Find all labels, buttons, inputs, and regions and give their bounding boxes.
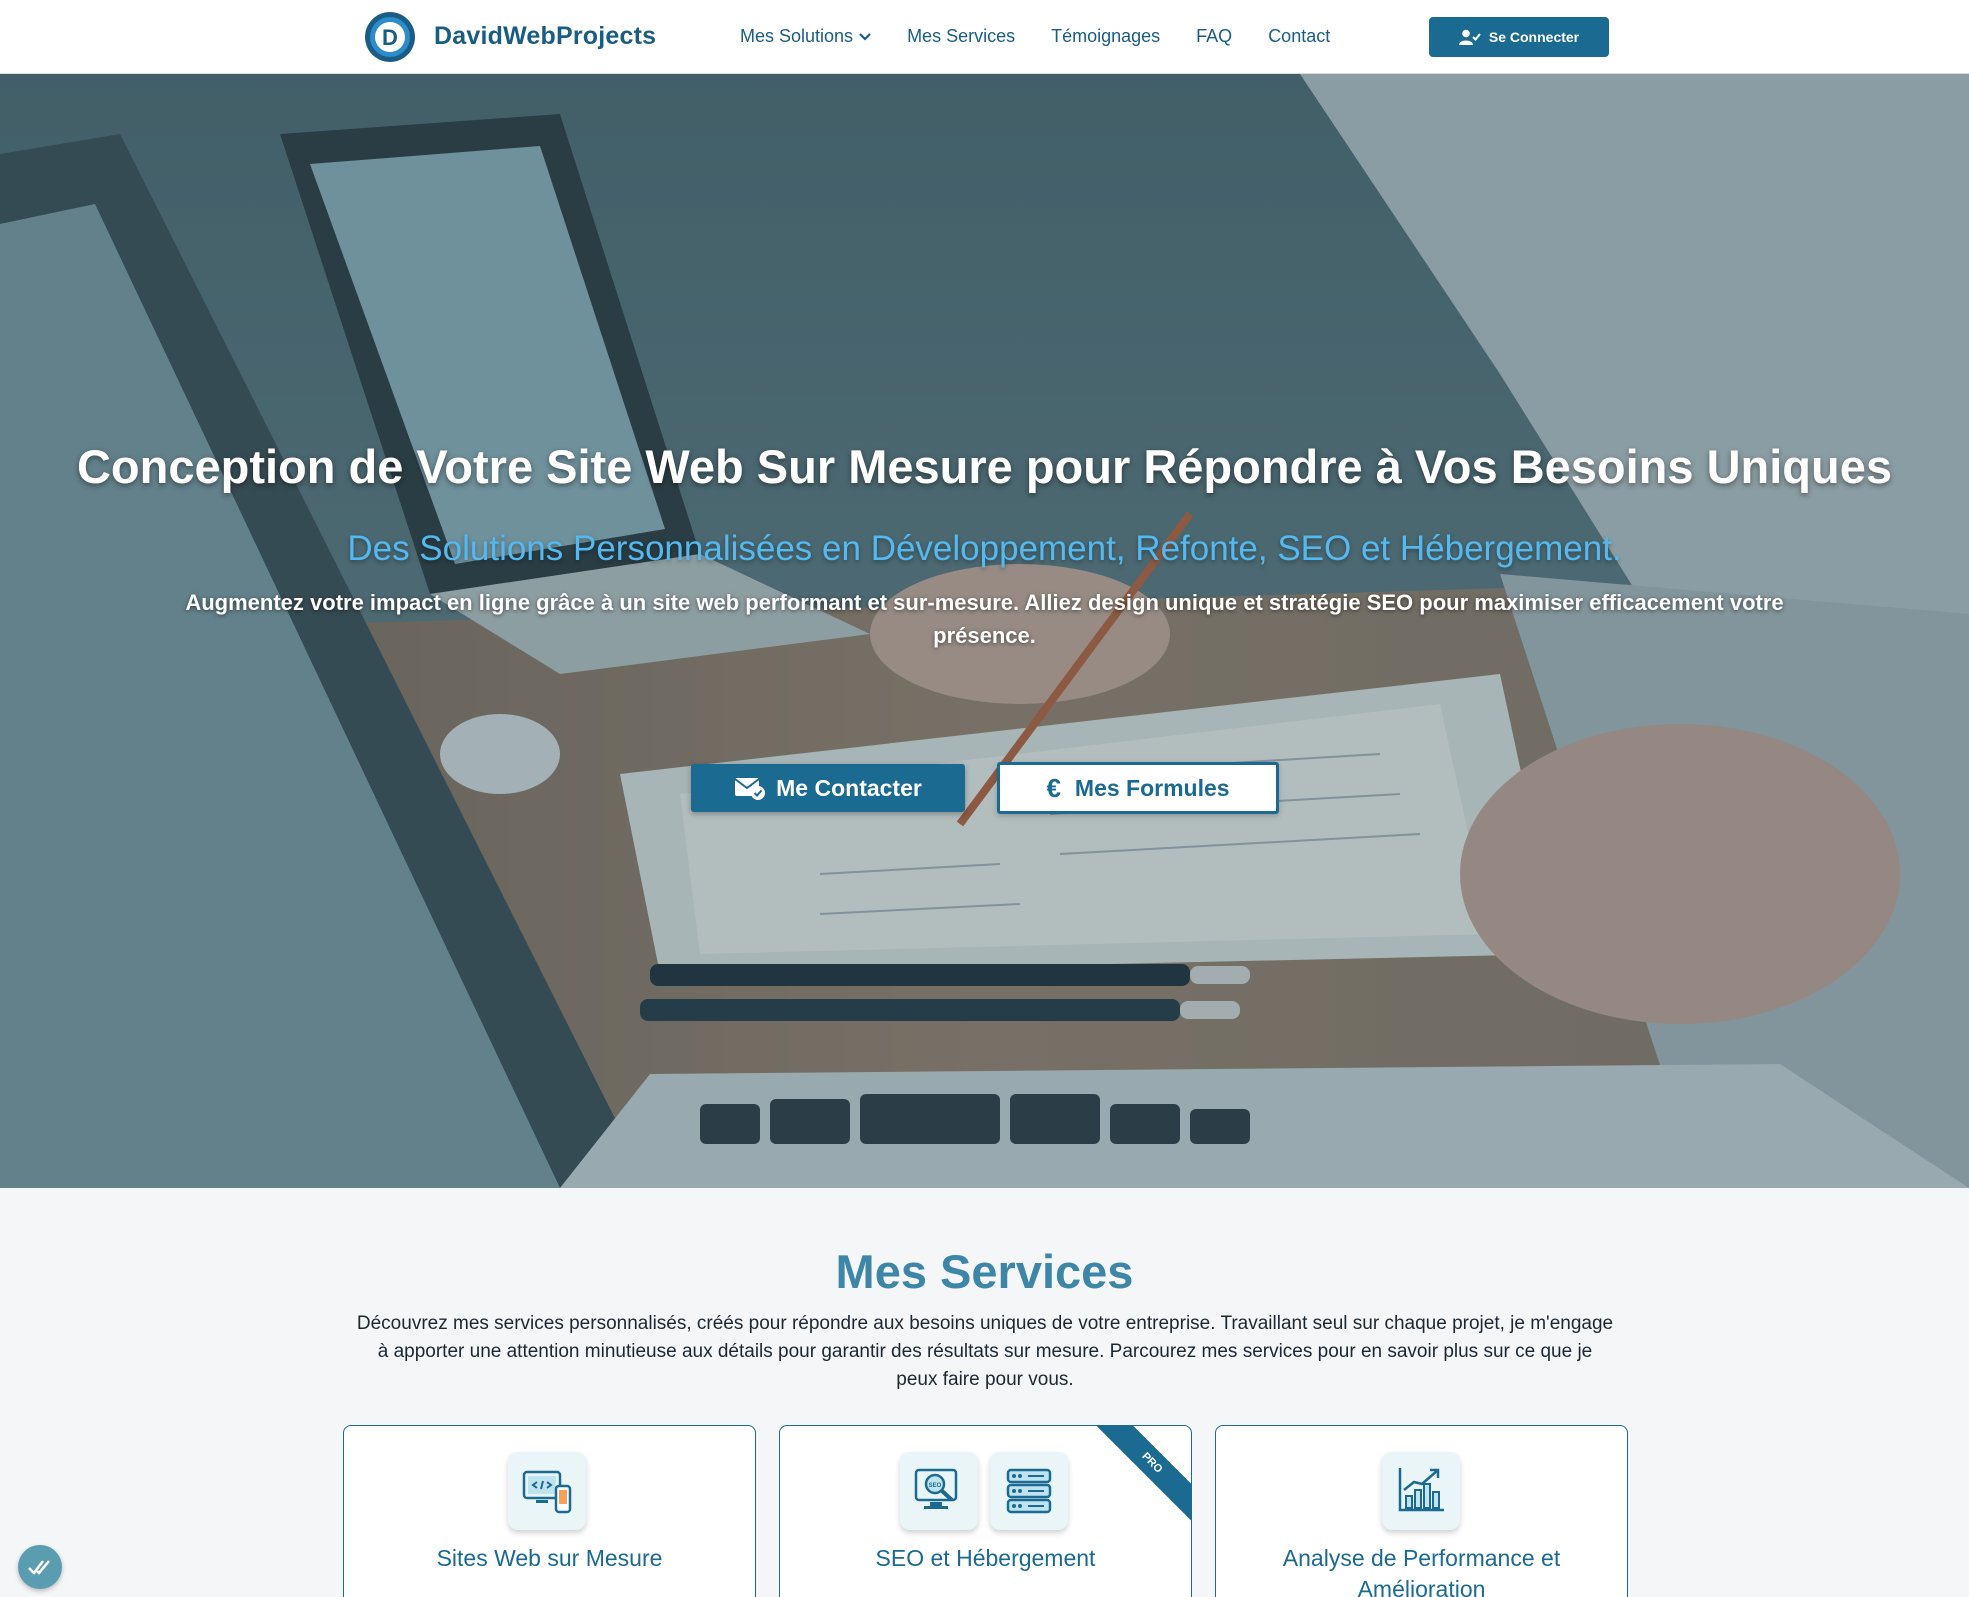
services-title: Mes Services: [835, 1245, 1134, 1298]
service-card-seo[interactable]: PRO SEO SEO et Hébergement: [779, 1425, 1192, 1597]
hero-title: Conception de Votre Site Web Sur Mesure …: [76, 440, 1892, 493]
service-card-title: Analyse de Performance et Amélioration: [1282, 1545, 1561, 1597]
service-card-analysis[interactable]: Analyse de Performance et Amélioration: [1215, 1425, 1628, 1597]
envelope-check-icon: [734, 778, 766, 800]
nav-item-contact[interactable]: Contact: [1268, 26, 1330, 47]
user-check-icon: [1458, 29, 1481, 45]
web-dev-icon: [508, 1452, 586, 1530]
euro-icon: €: [1046, 772, 1061, 803]
double-check-icon: [28, 1560, 50, 1575]
site-header: D DavidWebProjects Mes Solutions Mes Ser…: [0, 0, 1969, 74]
contact-button[interactable]: Me Contacter: [691, 764, 965, 812]
nav-item-faq[interactable]: FAQ: [1196, 26, 1232, 47]
contact-button-label: Me Contacter: [776, 774, 922, 801]
nav-item-testimonials[interactable]: Témoignages: [1051, 26, 1160, 47]
nav-item-label: Contact: [1268, 26, 1331, 46]
formulas-button[interactable]: € Mes Formules: [997, 762, 1279, 814]
login-button-label: Se Connecter: [1488, 29, 1580, 45]
hero-description: Augmentez votre impact en ligne grâce à …: [185, 590, 1784, 648]
nav-item-solutions[interactable]: Mes Solutions: [740, 26, 871, 47]
svg-text:SEO: SEO: [929, 1483, 942, 1489]
brand-logo-icon[interactable]: D: [363, 10, 417, 64]
nav-item-label: Mes Solutions: [740, 26, 854, 46]
accessibility-widget-button[interactable]: [18, 1545, 62, 1589]
nav-item-label: FAQ: [1196, 26, 1233, 46]
main-nav: Mes Solutions Mes Services Témoignages F…: [740, 26, 1366, 47]
seo-icon: SEO: [900, 1452, 978, 1530]
service-card-title: Sites Web sur Mesure: [436, 1545, 663, 1571]
pro-ribbon: PRO: [1089, 1426, 1191, 1526]
hero-section: Conception de Votre Site Web Sur Mesure …: [0, 74, 1969, 1188]
formulas-button-label: Mes Formules: [1074, 774, 1230, 801]
brand-name[interactable]: DavidWebProjects: [434, 22, 656, 51]
chevron-down-icon: [859, 32, 871, 41]
hero-subtitle: Des Solutions Personnalisées en Développ…: [347, 529, 1622, 568]
services-description: Découvrez mes services personnalisés, cr…: [356, 1313, 1614, 1390]
nav-item-services[interactable]: Mes Services: [907, 26, 1015, 47]
server-icon: [990, 1452, 1068, 1530]
login-button[interactable]: Se Connecter: [1429, 17, 1609, 57]
growth-chart-icon: [1382, 1452, 1460, 1530]
nav-item-label: Témoignages: [1051, 26, 1161, 46]
nav-item-label: Mes Services: [907, 26, 1016, 46]
svg-text:D: D: [382, 25, 398, 50]
service-card-title: SEO et Hébergement: [875, 1545, 1096, 1571]
service-card-web[interactable]: Sites Web sur Mesure: [343, 1425, 756, 1597]
